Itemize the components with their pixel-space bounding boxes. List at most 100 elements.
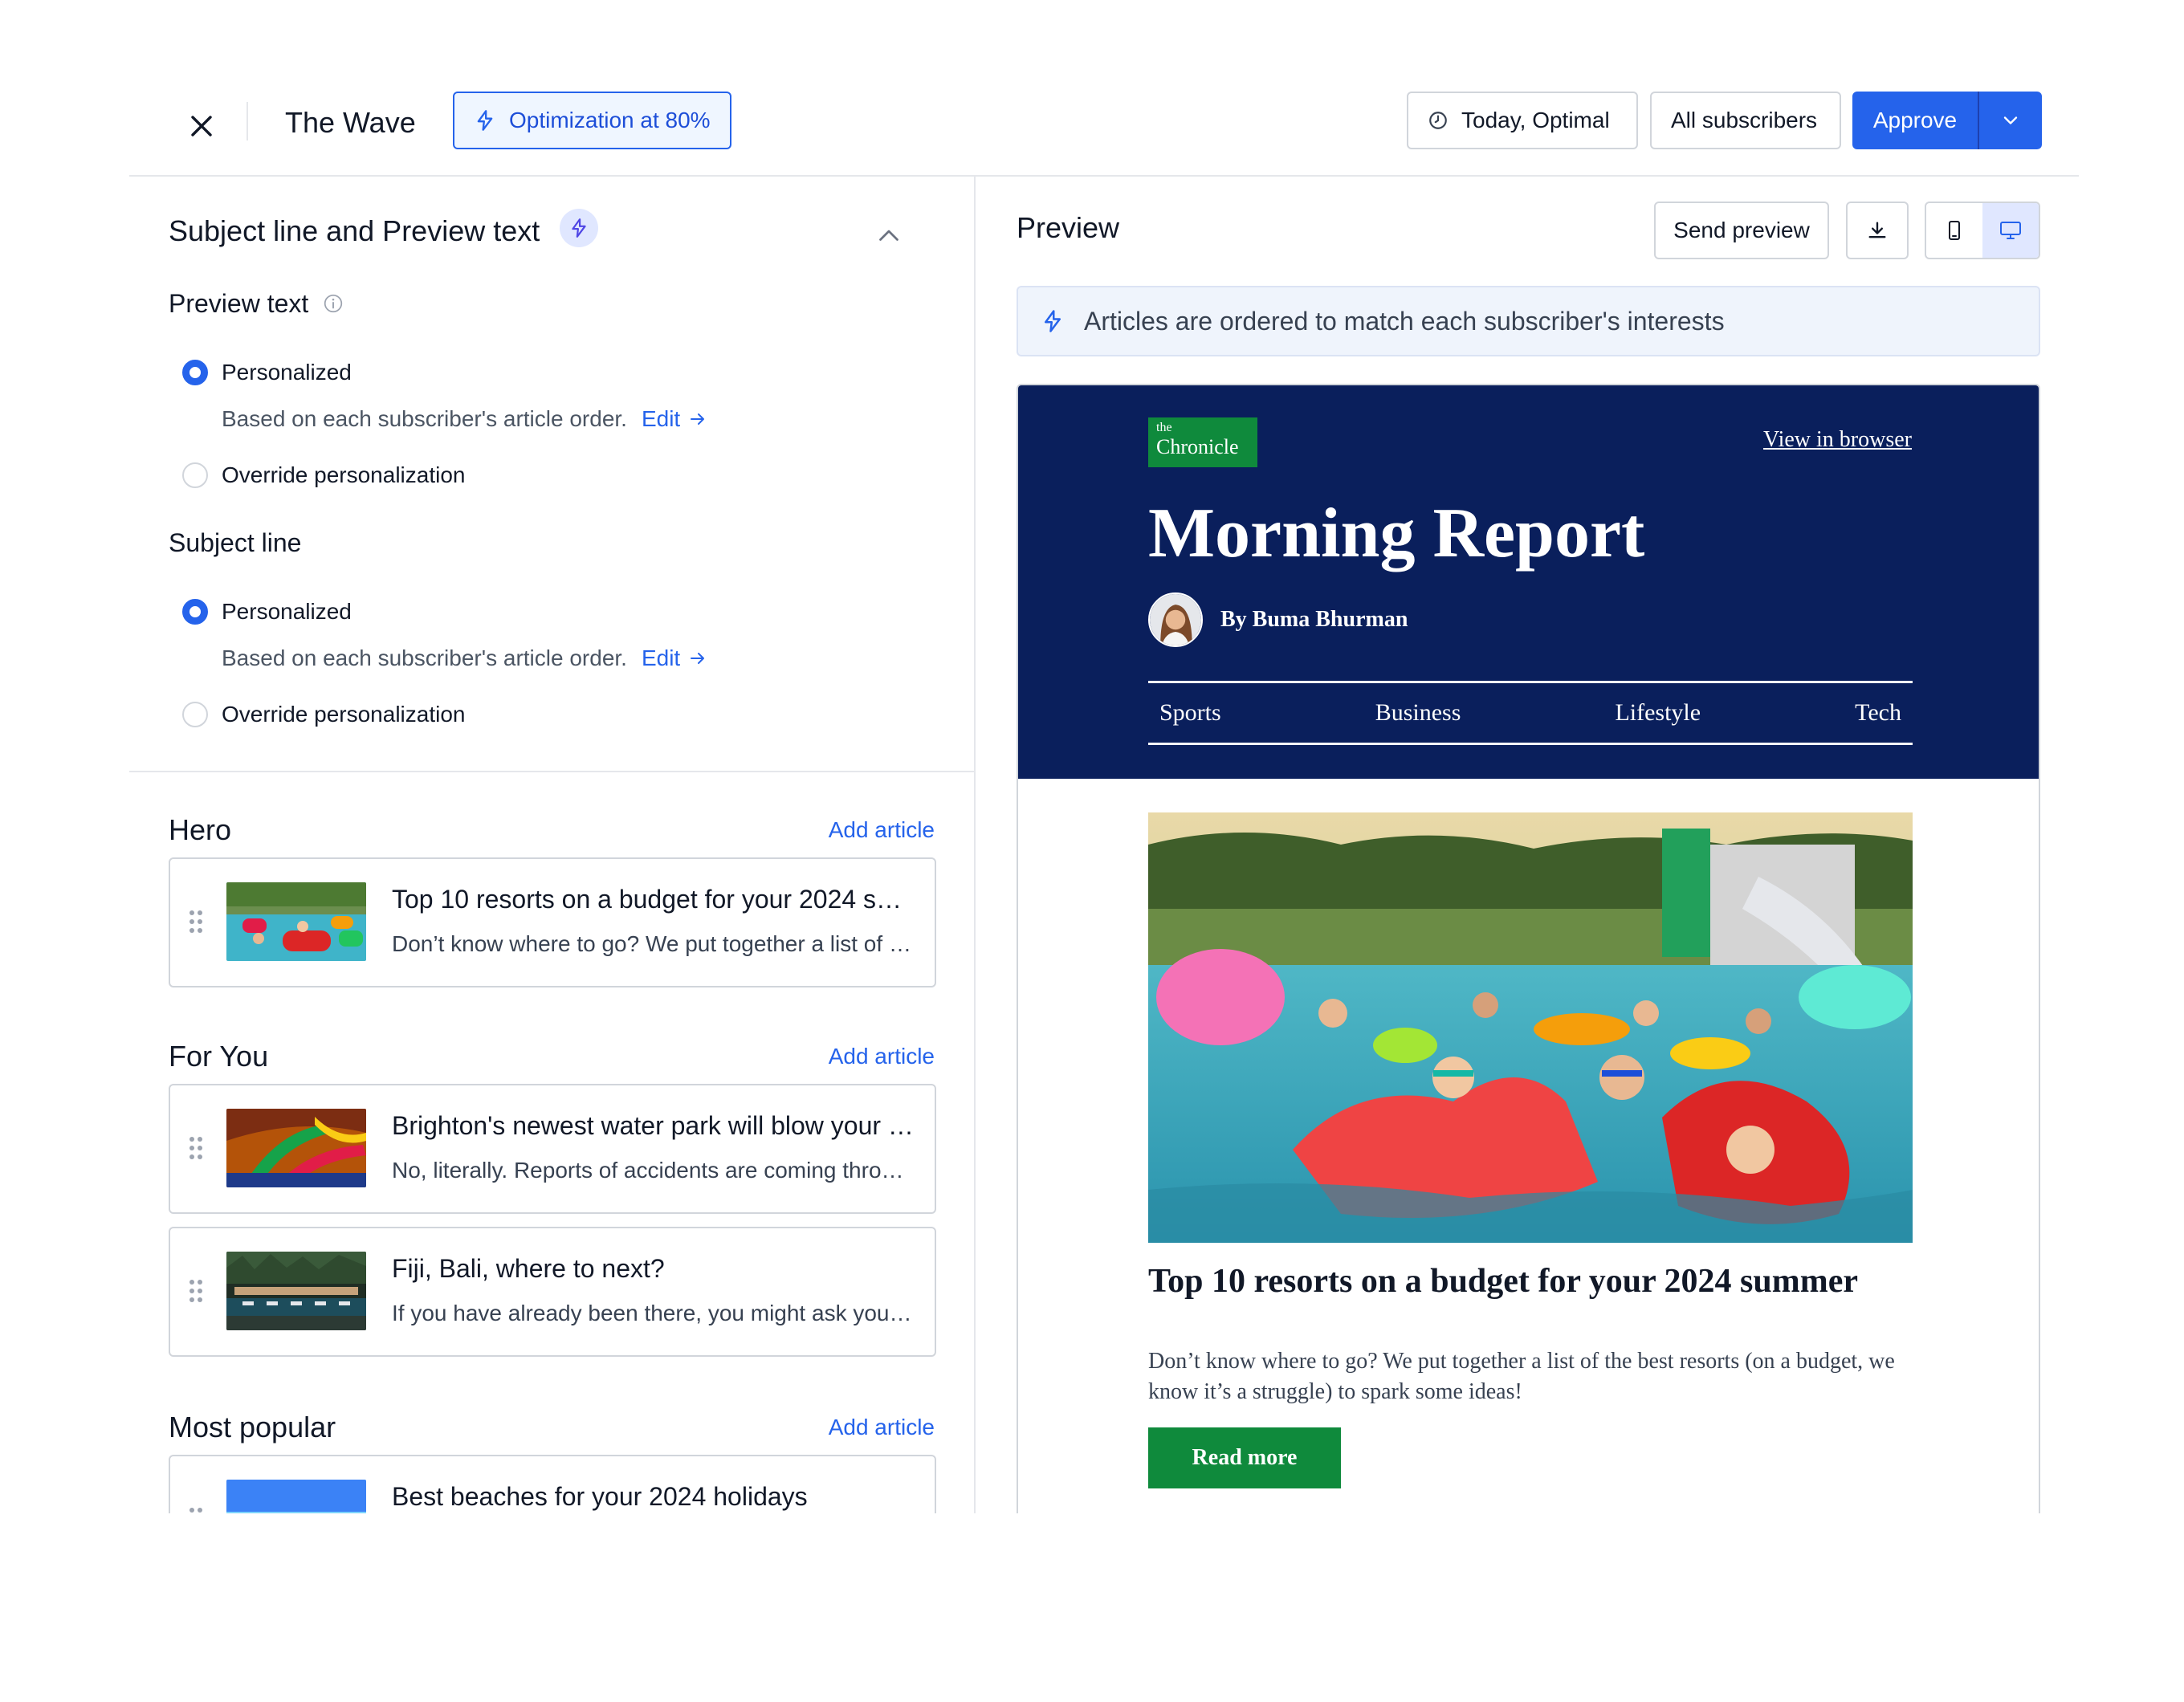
email-nav-item-sports[interactable]: Sports [1159,699,1221,727]
audience-button[interactable]: All subscribers [1650,92,1841,149]
drag-handle-icon[interactable] [188,909,204,934]
article-thumbnail-resort [226,1252,366,1330]
schedule-button[interactable]: Today, Optimal [1407,92,1638,149]
hero-add-article-link[interactable]: Add article [829,814,935,846]
hero-article-title: Top 10 resorts on a budget for your 2024… [1148,1263,1858,1300]
article-description: No, literally. Reports of accidents are … [392,1158,914,1183]
hero-article-body: Don’t know where to go? We put together … [1148,1349,1895,1404]
preview-text-personalized-radio[interactable] [182,360,208,385]
email-nav-item-lifestyle[interactable]: Lifestyle [1615,699,1701,727]
newsletter-title: The Wave [285,106,416,139]
personalization-info-banner: Articles are ordered to match each subsc… [1017,286,2040,356]
drag-handle-icon[interactable] [188,1135,204,1161]
arrow-right-icon [691,653,705,664]
ai-badge [560,209,598,247]
optimization-label: Optimization at 80% [509,108,711,132]
preview-title: Preview [1017,211,1120,244]
email-header: the Chronicle View in browser Morning Re… [1018,385,2039,779]
clock-icon [1429,112,1447,129]
header-divider [247,102,248,140]
preview-text-helper: Based on each subscriber's article order… [222,403,707,435]
article-description: Don’t know where to go? We put together … [392,931,914,956]
preview-text-override-radio[interactable] [182,462,208,488]
article-thumbnail-pool [226,882,366,961]
campaign-editor: The Wave Optimization at 80% Today, Opti… [129,84,2079,1513]
article-description: If you have already been there, you migh… [392,1301,914,1325]
collapse-section-button[interactable] [870,217,908,255]
edit-label: Edit [641,645,681,670]
optimization-button[interactable]: Optimization at 80% [453,92,731,149]
email-title: Morning Report [1148,495,1645,572]
subject-line-helper: Based on each subscriber's article order… [222,642,707,674]
subject-line-override-label: Override personalization [222,702,466,727]
author-name: By Buma Bhurman [1220,607,1408,632]
subject-line-helper-text: Based on each subscriber's article order… [222,645,627,670]
close-button[interactable] [181,105,222,147]
view-in-browser-link[interactable]: View in browser [1763,427,1912,453]
article-card-hero-1[interactable]: Top 10 resorts on a budget for your 2024… [169,857,936,987]
email-nav-item-tech[interactable]: Tech [1855,699,1901,727]
preview-text-edit-link[interactable]: Edit [642,403,707,435]
drag-handle-icon[interactable] [188,1278,204,1304]
preview-text-helper-text: Based on each subscriber's article order… [222,406,627,431]
author-avatar [1148,592,1203,647]
approve-button[interactable]: Approve [1852,92,1979,149]
email-nav-item-business[interactable]: Business [1375,699,1461,727]
subject-line-personalized-radio[interactable] [182,599,208,625]
preview-panel: Preview Send preview Articles are ordere… [977,177,2079,1513]
info-icon[interactable] [323,293,344,314]
article-title: Brighton's newest water park will blow y… [392,1111,914,1140]
close-icon [191,116,212,136]
lightning-icon [477,110,493,131]
desktop-view-button[interactable] [1982,203,2039,258]
article-thumbnail-beach [226,1480,366,1513]
hero-article-image [1148,812,1913,1243]
read-more-button[interactable]: Read more [1148,1427,1341,1488]
lightning-icon [1045,310,1061,332]
brand-name: Chronicle [1156,435,1239,458]
approve-split-button: Approve [1852,92,2042,149]
most-popular-section-title: Most popular [169,1411,336,1443]
drag-handle-icon[interactable] [188,1506,204,1513]
subject-line-edit-link[interactable]: Edit [642,642,707,674]
article-thumbnail-waterpark [226,1109,366,1187]
desktop-icon [2000,222,2021,239]
device-toggle [1925,202,2040,259]
brand-small-text: the [1156,421,1172,434]
for-you-section-title: For You [169,1040,269,1073]
email-preview: the Chronicle View in browser Morning Re… [1017,384,2040,1513]
article-title: Top 10 resorts on a budget for your 2024… [392,885,914,914]
preview-text-label: Preview text [169,289,309,318]
preview-text-override-label: Override personalization [222,462,466,487]
mobile-view-button[interactable] [1926,203,1982,258]
for-you-add-article-link[interactable]: Add article [829,1040,935,1073]
hero-section-title: Hero [169,813,232,846]
edit-label: Edit [641,406,681,431]
article-card-for-you-2[interactable]: Fiji, Bali, where to next? If you have a… [169,1227,936,1357]
download-icon [1868,222,1886,238]
lightning-icon [572,218,586,238]
mobile-icon [1949,221,1960,240]
arrow-right-icon [691,413,705,425]
schedule-label: Today, Optimal [1461,108,1610,132]
subject-preview-section-title: Subject line and Preview text [169,214,540,247]
chevron-up-icon [879,230,898,241]
settings-panel: Subject line and Preview text Preview te… [129,177,976,1513]
info-text: Articles are ordered to match each subsc… [1084,306,1725,336]
subject-line-override-radio[interactable] [182,702,208,727]
article-card-for-you-1[interactable]: Brighton's newest water park will blow y… [169,1084,936,1214]
send-preview-button[interactable]: Send preview [1654,202,1829,259]
article-card-most-popular-1[interactable]: Best beaches for your 2024 holidays [169,1455,936,1513]
article-title: Fiji, Bali, where to next? [392,1254,665,1283]
chevron-down-icon [2003,116,2018,124]
approve-options-button[interactable] [1979,92,2042,149]
download-button[interactable] [1846,202,1909,259]
email-nav: Sports Business Lifestyle Tech [1148,681,1913,745]
top-bar: The Wave Optimization at 80% Today, Opti… [129,84,2079,177]
section-divider [129,771,974,772]
most-popular-add-article-link[interactable]: Add article [829,1411,935,1443]
preview-text-personalized-label: Personalized [222,360,352,385]
byline: By Buma Bhurman [1148,592,1408,647]
article-title: Best beaches for your 2024 holidays [392,1482,808,1511]
subject-line-personalized-label: Personalized [222,599,352,624]
